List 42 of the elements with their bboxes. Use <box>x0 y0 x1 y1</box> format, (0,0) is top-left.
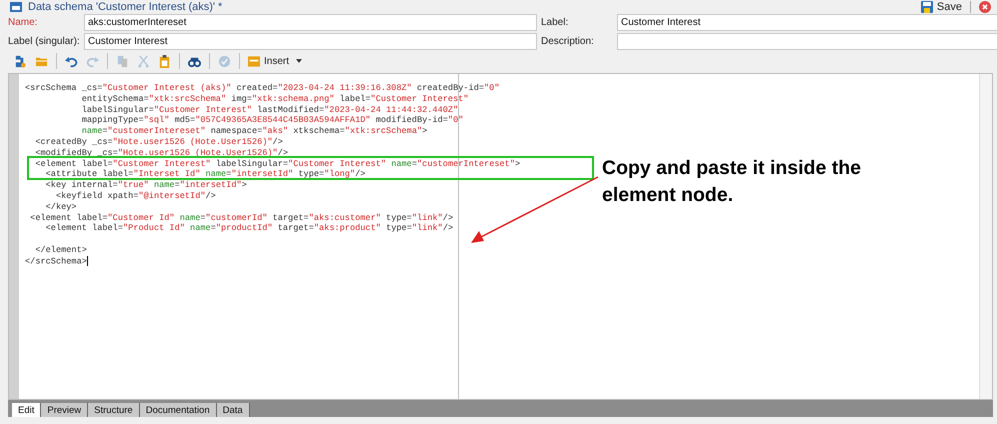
close-icon[interactable] <box>979 0 991 12</box>
caret-icon <box>296 59 302 63</box>
undo-icon[interactable] <box>65 54 78 68</box>
code-line: entitySchema="xtk:srcSchema" img="xtk:schema.png" label="Customer Interest" <box>82 94 469 105</box>
code-line: labelSingular="Customer Interest" lastModified="2023-04-24 11:44:32.440Z" <box>82 104 458 116</box>
vertical-scrollbar[interactable] <box>979 74 992 399</box>
insert-button[interactable]: Insert <box>248 56 302 66</box>
code-line: </key> <box>44 202 77 213</box>
save-icon <box>920 0 933 12</box>
code-line: <key internal="true" name="intersetId"> <box>44 180 247 191</box>
code-line: <createdBy _cs="Hote.user1526 (Hote.User1526)"/> <box>34 136 283 148</box>
code-line: <element label="Customer Id" name="customerId" target="aks:customer" type="link"/> <box>29 212 454 224</box>
tab[interactable]: Edit <box>12 403 42 417</box>
code-line: name="customerIntereset" namespace="aks" xtkschema="xtk:srcSchema"> <box>82 126 428 137</box>
tab[interactable]: Preview <box>41 403 88 417</box>
singular-label-field[interactable]: Customer Interest <box>84 33 537 50</box>
save-button[interactable]: Save <box>920 0 962 12</box>
field-label: Name: <box>8 17 38 28</box>
field-label: Label (singular): <box>8 36 80 47</box>
code-line: </srcSchema> <box>25 256 88 267</box>
code-line: <srcSchema _cs="Customer Interest (aks)" created="2023-04-24 11:39:16.308Z" createdBy-id="0" <box>25 83 500 94</box>
description-field[interactable] <box>617 33 997 50</box>
window-icon <box>248 56 260 66</box>
window-title: Data schema 'Customer Interest (aks)' * <box>28 0 222 12</box>
schema-icon <box>10 2 22 12</box>
code-line: </element> <box>34 244 87 256</box>
code-line: <element label="Product Id" name="productId" target="aks:product" type="link"/> <box>44 223 454 234</box>
annotation-text: Copy and paste it inside the element node. <box>602 156 862 208</box>
field-label: Label: <box>541 17 570 28</box>
tab[interactable]: Documentation <box>140 403 217 417</box>
field-label: Description: <box>541 36 595 47</box>
tab[interactable]: Structure <box>88 403 140 417</box>
code-line: <element label="Customer Interest" labelSingular="Customer Interest" name="customerIntereset"> <box>34 158 520 170</box>
clipboard-icon[interactable] <box>158 54 171 68</box>
code-line: <attribute label="Interset Id" name="intersetId" type="long"/> <box>44 169 366 180</box>
new-document-icon[interactable] <box>14 54 27 68</box>
name-field[interactable]: aks:customerIntereset <box>84 14 537 31</box>
tab[interactable]: Data <box>216 403 250 417</box>
code-line: mappingType="sql" md5="057C49365A3E8544C45B03A594AFFA1D" modifiedBy-id="0" <box>82 115 464 126</box>
code-line: <modifiedBy _cs="Hote.user1526 (Hote.User1526)"/> <box>34 148 288 159</box>
label-field[interactable]: Customer Interest <box>617 14 997 31</box>
code-line: <keyfield xpath="@intersetId"/> <box>54 190 216 202</box>
